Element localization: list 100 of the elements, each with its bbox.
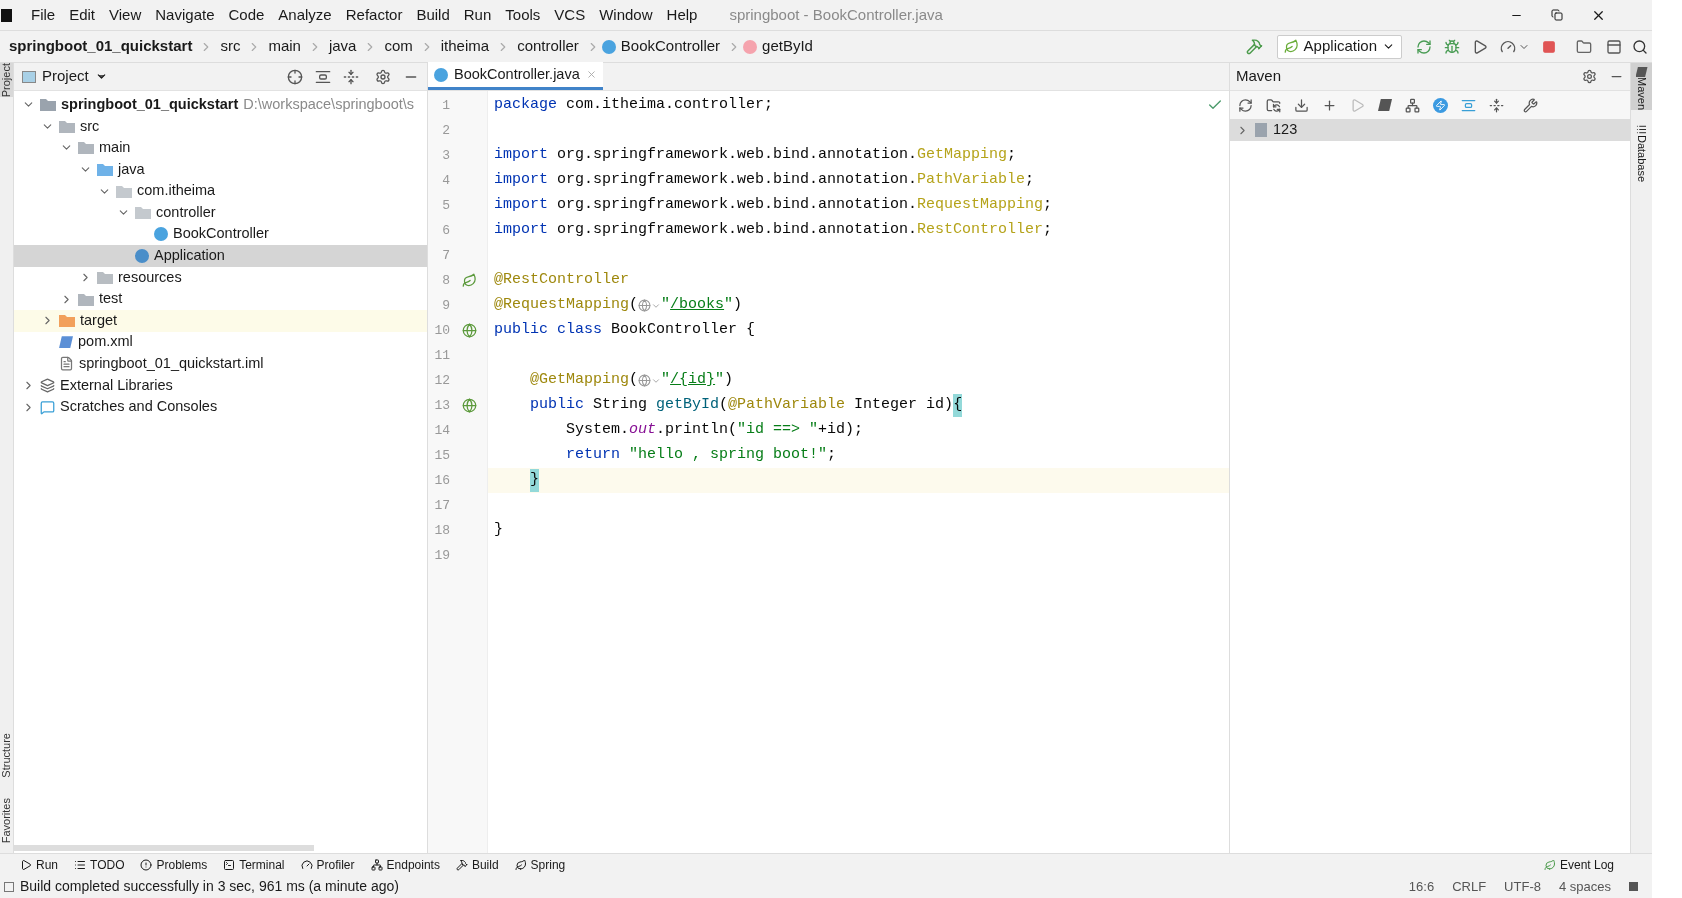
tool-window-tab[interactable]: Structure: [0, 733, 19, 778]
coverage-icon[interactable]: [1472, 38, 1488, 55]
caret-position[interactable]: 16:6: [1408, 876, 1435, 897]
menu-item[interactable]: Window: [592, 3, 660, 27]
menu-item[interactable]: Navigate: [148, 3, 222, 27]
expand-all-icon[interactable]: [1461, 97, 1476, 113]
menu-item[interactable]: View: [102, 3, 149, 27]
menu-item[interactable]: Build: [409, 3, 457, 27]
breadcrumb[interactable]: com: [379, 35, 418, 58]
menu-item[interactable]: Help: [659, 3, 705, 27]
indent-setting[interactable]: 4 spaces: [1558, 876, 1611, 897]
tree-item[interactable]: BookController: [14, 223, 427, 246]
maven-project-item[interactable]: 123: [1230, 119, 1630, 141]
tool-window-button[interactable]: Spring: [514, 855, 566, 874]
tool-window-button[interactable]: Profiler: [300, 855, 355, 874]
tree-item[interactable]: main: [14, 137, 427, 159]
stop-icon[interactable]: [1542, 39, 1556, 54]
event-log-button[interactable]: Event Log: [1543, 855, 1614, 874]
menu-item[interactable]: Run: [456, 3, 499, 27]
scrollbar[interactable]: [14, 845, 314, 851]
file-encoding[interactable]: UTF-8: [1504, 876, 1541, 897]
debug-icon[interactable]: [1444, 38, 1460, 55]
panel-title[interactable]: Project: [42, 65, 89, 88]
menu-item[interactable]: VCS: [547, 3, 593, 27]
menu-item[interactable]: Code: [221, 3, 272, 27]
build-icon[interactable]: [1245, 38, 1263, 55]
line-separator[interactable]: CRLF: [1452, 876, 1487, 897]
search-icon[interactable]: [1632, 38, 1648, 55]
download-icon[interactable]: [1294, 97, 1309, 113]
tree-label: BookController: [173, 224, 269, 244]
code-line: return "hello , spring boot!";: [565, 445, 837, 466]
line-number: 7: [441, 246, 450, 265]
rerun-icon[interactable]: [1416, 38, 1432, 55]
locate-icon[interactable]: [287, 68, 303, 85]
collapse-all-icon[interactable]: [1489, 97, 1504, 113]
editor-tab[interactable]: BookController.java: [428, 62, 603, 90]
tool-window-button[interactable]: Run: [20, 855, 58, 874]
folder-sync-icon[interactable]: [1266, 97, 1281, 113]
tool-window-tab[interactable]: Favorites: [0, 797, 19, 843]
endpoint-icon[interactable]: [462, 323, 477, 338]
tree-item[interactable]: resources: [14, 266, 427, 289]
menu-item[interactable]: Edit: [62, 3, 103, 27]
breadcrumb[interactable]: itheima: [435, 35, 495, 58]
breadcrumb[interactable]: controller: [512, 35, 584, 58]
expand-all-icon[interactable]: [315, 68, 331, 85]
settings-icon[interactable]: [1582, 69, 1597, 84]
add-icon[interactable]: [1322, 97, 1337, 113]
globe-icon[interactable]: [638, 299, 662, 312]
code-line: @GetMapping( "/{id}"): [529, 370, 734, 391]
endpoint-icon[interactable]: [462, 398, 477, 413]
tool-window-tab[interactable]: Database: [1629, 135, 1654, 183]
tree-item[interactable]: springboot_01_quickstart.iml: [14, 353, 427, 375]
tree-item[interactable]: src: [14, 115, 427, 138]
tree-item[interactable]: Application: [14, 245, 427, 267]
class-icon: [434, 67, 448, 82]
breadcrumb[interactable]: main: [263, 35, 306, 58]
tree-item[interactable]: com.itheima: [14, 180, 427, 202]
menu-item[interactable]: Analyze: [271, 3, 339, 27]
tree-item[interactable]: target: [14, 309, 427, 332]
bean-icon[interactable]: [462, 273, 477, 288]
menu-item[interactable]: File: [24, 3, 63, 27]
tool-window-button[interactable]: Terminal: [223, 855, 285, 874]
project-structure-icon[interactable]: [1576, 38, 1592, 55]
maven-goal-icon[interactable]: [1378, 99, 1392, 111]
tree-item[interactable]: controller: [14, 201, 427, 224]
folder-icon: [97, 163, 113, 177]
tool-window-button[interactable]: Problems: [140, 855, 208, 874]
run-config-dropdown[interactable]: Application: [1276, 34, 1402, 59]
tree-item[interactable]: Scratches and Consoles: [14, 396, 427, 418]
line-number: 1: [441, 96, 450, 115]
endpoints-icon: [370, 858, 383, 871]
breadcrumb[interactable]: java: [323, 35, 362, 58]
wrench-icon[interactable]: [1523, 97, 1538, 113]
tool-window-button[interactable]: Build: [455, 855, 499, 874]
profile-icon[interactable]: [1500, 38, 1516, 55]
offline-icon[interactable]: [1433, 97, 1448, 113]
tool-window-button[interactable]: TODO: [74, 855, 125, 874]
globe-icon[interactable]: [638, 374, 662, 387]
folder-icon: [97, 271, 113, 285]
breadcrumb[interactable]: src: [215, 35, 246, 58]
tree-item[interactable]: java: [14, 158, 427, 181]
breadcrumb[interactable]: getById: [757, 35, 818, 58]
tool-window-button[interactable]: Endpoints: [370, 855, 440, 874]
breadcrumb[interactable]: BookController: [615, 35, 726, 58]
package-folder-icon: [135, 206, 151, 220]
menu-item[interactable]: Tools: [498, 3, 548, 27]
settings-icon[interactable]: [375, 68, 391, 85]
restore-icon[interactable]: [1551, 9, 1563, 21]
collapse-all-icon[interactable]: [343, 68, 359, 85]
tree-item[interactable]: pom.xml: [14, 331, 427, 354]
reload-icon[interactable]: [1238, 97, 1253, 113]
toggle-icon[interactable]: [1405, 97, 1420, 113]
line-number: 17: [433, 496, 450, 515]
code-line: }: [493, 520, 503, 541]
tree-item[interactable]: External Libraries: [14, 374, 427, 397]
folder-icon: [59, 119, 75, 133]
window-icon[interactable]: [1606, 38, 1622, 55]
menu-item[interactable]: Refactor: [338, 3, 410, 27]
tree-item[interactable]: test: [14, 288, 427, 310]
breadcrumb[interactable]: springboot_01_quickstart: [4, 35, 198, 58]
